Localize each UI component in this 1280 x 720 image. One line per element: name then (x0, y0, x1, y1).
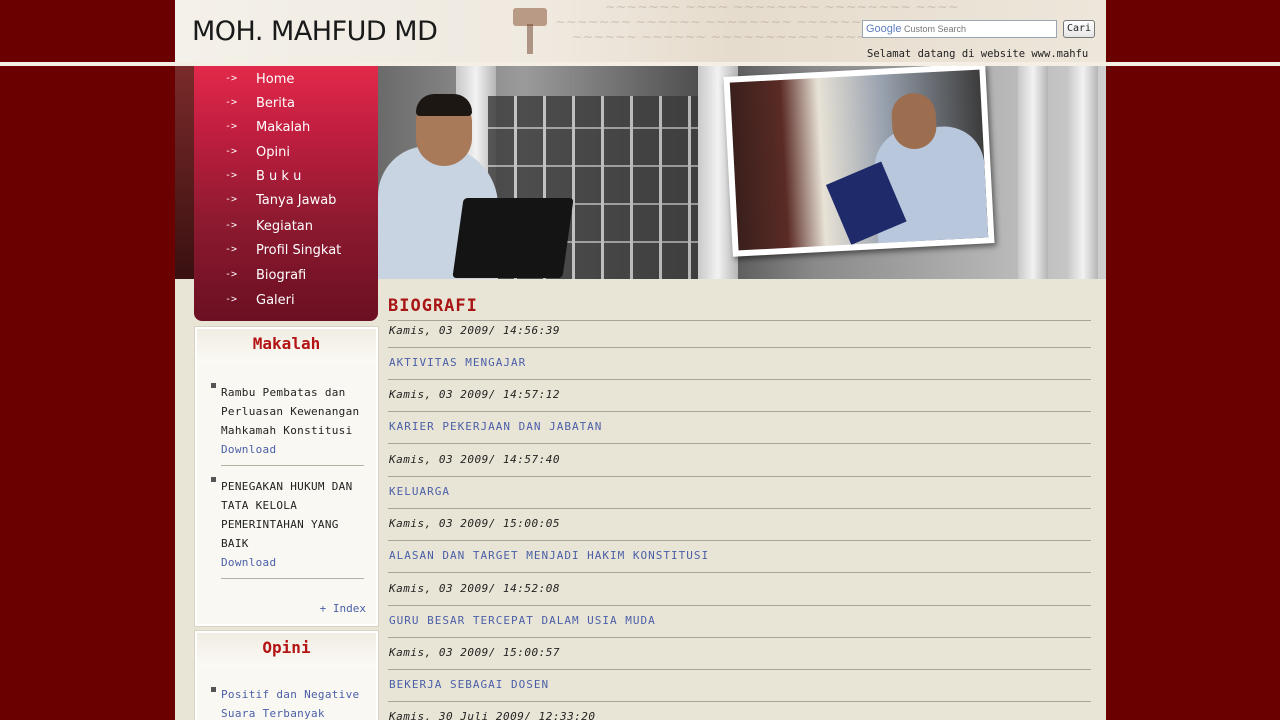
arrow-icon: -> (225, 244, 238, 255)
entry-link[interactable]: BEKERJA SEBAGAI DOSEN (389, 678, 549, 691)
menu-item-label: Home (256, 72, 295, 87)
menu-item-label: Opini (256, 145, 290, 160)
header-banner-image (378, 66, 1106, 279)
divider (388, 476, 1091, 477)
pillar-decoration (1018, 66, 1048, 279)
arrow-icon: -> (225, 73, 238, 84)
opini-box: Opini Positif dan Negative Suara Terbany… (195, 631, 378, 720)
menu-item-label: B u k u (256, 169, 302, 184)
photo-content (729, 69, 989, 251)
search-button[interactable]: Cari (1063, 20, 1095, 38)
menu-item-label: Kegiatan (256, 219, 314, 234)
menu-item-biografi[interactable]: -> Biografi (194, 265, 378, 289)
divider (388, 411, 1091, 412)
divider (388, 605, 1091, 606)
menu-item-galeri[interactable]: -> Galeri (194, 290, 378, 314)
divider (388, 637, 1091, 638)
entry-date: Kamis, 03 2009/ 14:57:12 (389, 388, 560, 401)
arrow-icon: -> (225, 220, 238, 231)
menu-item-label: Makalah (256, 120, 311, 135)
menu-item-kegiatan[interactable]: -> Kegiatan (194, 216, 378, 240)
opini-item-link[interactable]: Positif dan Negative Suara Terbanyak (221, 688, 359, 720)
divider (388, 508, 1091, 509)
menu-item-makalah[interactable]: -> Makalah (194, 117, 378, 141)
download-link[interactable]: Download (221, 443, 276, 456)
search-placeholder: Custom Search (904, 24, 967, 34)
entry-link[interactable]: KELUARGA (389, 485, 450, 498)
gavel-icon (513, 8, 547, 54)
laptop-icon (452, 198, 574, 278)
menu-side-decoration (175, 66, 194, 279)
divider (388, 540, 1091, 541)
divider (388, 379, 1091, 380)
index-link[interactable]: + Index (320, 602, 366, 615)
page-title: BIOGRAFI (388, 296, 478, 316)
divider (388, 347, 1091, 348)
menu-item-tanya-jawab[interactable]: -> Tanya Jawab (194, 190, 378, 214)
framed-photo (723, 66, 995, 257)
divider (388, 443, 1091, 444)
entry-link[interactable]: KARIER PEKERJAAN DAN JABATAN (389, 420, 602, 433)
person-hair (416, 94, 472, 116)
divider (221, 465, 364, 466)
bullet-icon (211, 383, 216, 388)
makalah-box: Makalah Rambu Pembatas dan Perluasan Kew… (195, 327, 378, 626)
download-link[interactable]: Download (221, 556, 276, 569)
divider (388, 669, 1091, 670)
arrow-icon: -> (225, 294, 238, 305)
bullet-icon (211, 477, 216, 482)
entry-date: Kamis, 30 Juli 2009/ 12:33:20 (389, 710, 596, 720)
list-item: PENEGAKAN HUKUM DAN TATA KELOLA PEMERINT… (221, 477, 366, 572)
entry-date: Kamis, 03 2009/ 14:57:40 (389, 453, 560, 466)
arrow-icon: -> (225, 121, 238, 132)
divider (221, 578, 364, 579)
menu-item-label: Profil Singkat (256, 243, 342, 258)
site-title[interactable]: MOH. MAHFUD MD (192, 16, 438, 47)
menu-item-home[interactable]: -> Home (194, 69, 378, 93)
menu-item-label: Tanya Jawab (256, 193, 337, 208)
bullet-icon (211, 687, 216, 692)
divider (388, 572, 1091, 573)
arrow-icon: -> (225, 146, 238, 157)
makalah-item-title: PENEGAKAN HUKUM DAN TATA KELOLA PEMERINT… (221, 480, 353, 550)
entry-link[interactable]: AKTIVITAS MENGAJAR (389, 356, 526, 369)
entry-link[interactable]: GURU BESAR TERCEPAT DALAM USIA MUDA (389, 614, 656, 627)
menu-item-buku[interactable]: -> B u k u (194, 166, 378, 190)
arrow-icon: -> (225, 269, 238, 280)
google-logo: Google (866, 23, 902, 35)
arrow-icon: -> (225, 194, 238, 205)
header: ~~~~~~~ ~~~~ ~~~~~~~~ ~~~~~~~~ ~~~~ ~~~~… (175, 0, 1106, 62)
makalah-item-title: Rambu Pembatas dan Perluasan Kewenangan … (221, 386, 360, 437)
arrow-icon: -> (225, 170, 238, 181)
menu-item-profil-singkat[interactable]: -> Profil Singkat (194, 240, 378, 264)
menu-item-label: Galeri (256, 293, 295, 308)
page-container: ~~~~~~~ ~~~~ ~~~~~~~~ ~~~~~~~~ ~~~~ ~~~~… (175, 0, 1106, 720)
welcome-marquee: Selamat datang di website www.mahfu (867, 48, 1089, 60)
makalah-title: Makalah (197, 329, 376, 363)
divider (388, 320, 1091, 321)
menu-item-opini[interactable]: -> Opini (194, 142, 378, 166)
divider (388, 701, 1091, 702)
menu-item-label: Berita (256, 96, 295, 111)
entry-date: Kamis, 03 2009/ 15:00:57 (389, 646, 560, 659)
list-item: Rambu Pembatas dan Perluasan Kewenangan … (221, 383, 366, 459)
entry-date: Kamis, 03 2009/ 14:52:08 (389, 582, 560, 595)
arrow-icon: -> (225, 97, 238, 108)
entry-link[interactable]: ALASAN DAN TARGET MENJADI HAKIM KONSTITU… (389, 549, 709, 562)
menu-item-berita[interactable]: -> Berita (194, 93, 378, 117)
opini-title: Opini (197, 633, 376, 667)
photo-person-head (890, 91, 938, 151)
entry-date: Kamis, 03 2009/ 14:56:39 (389, 324, 560, 337)
pillar-decoration (1068, 66, 1098, 279)
list-item[interactable]: Positif dan Negative Suara Terbanyak (221, 685, 366, 720)
search-input[interactable]: Google Custom Search (862, 20, 1057, 38)
menu-item-label: Biografi (256, 268, 307, 283)
entry-date: Kamis, 03 2009/ 15:00:05 (389, 517, 560, 530)
